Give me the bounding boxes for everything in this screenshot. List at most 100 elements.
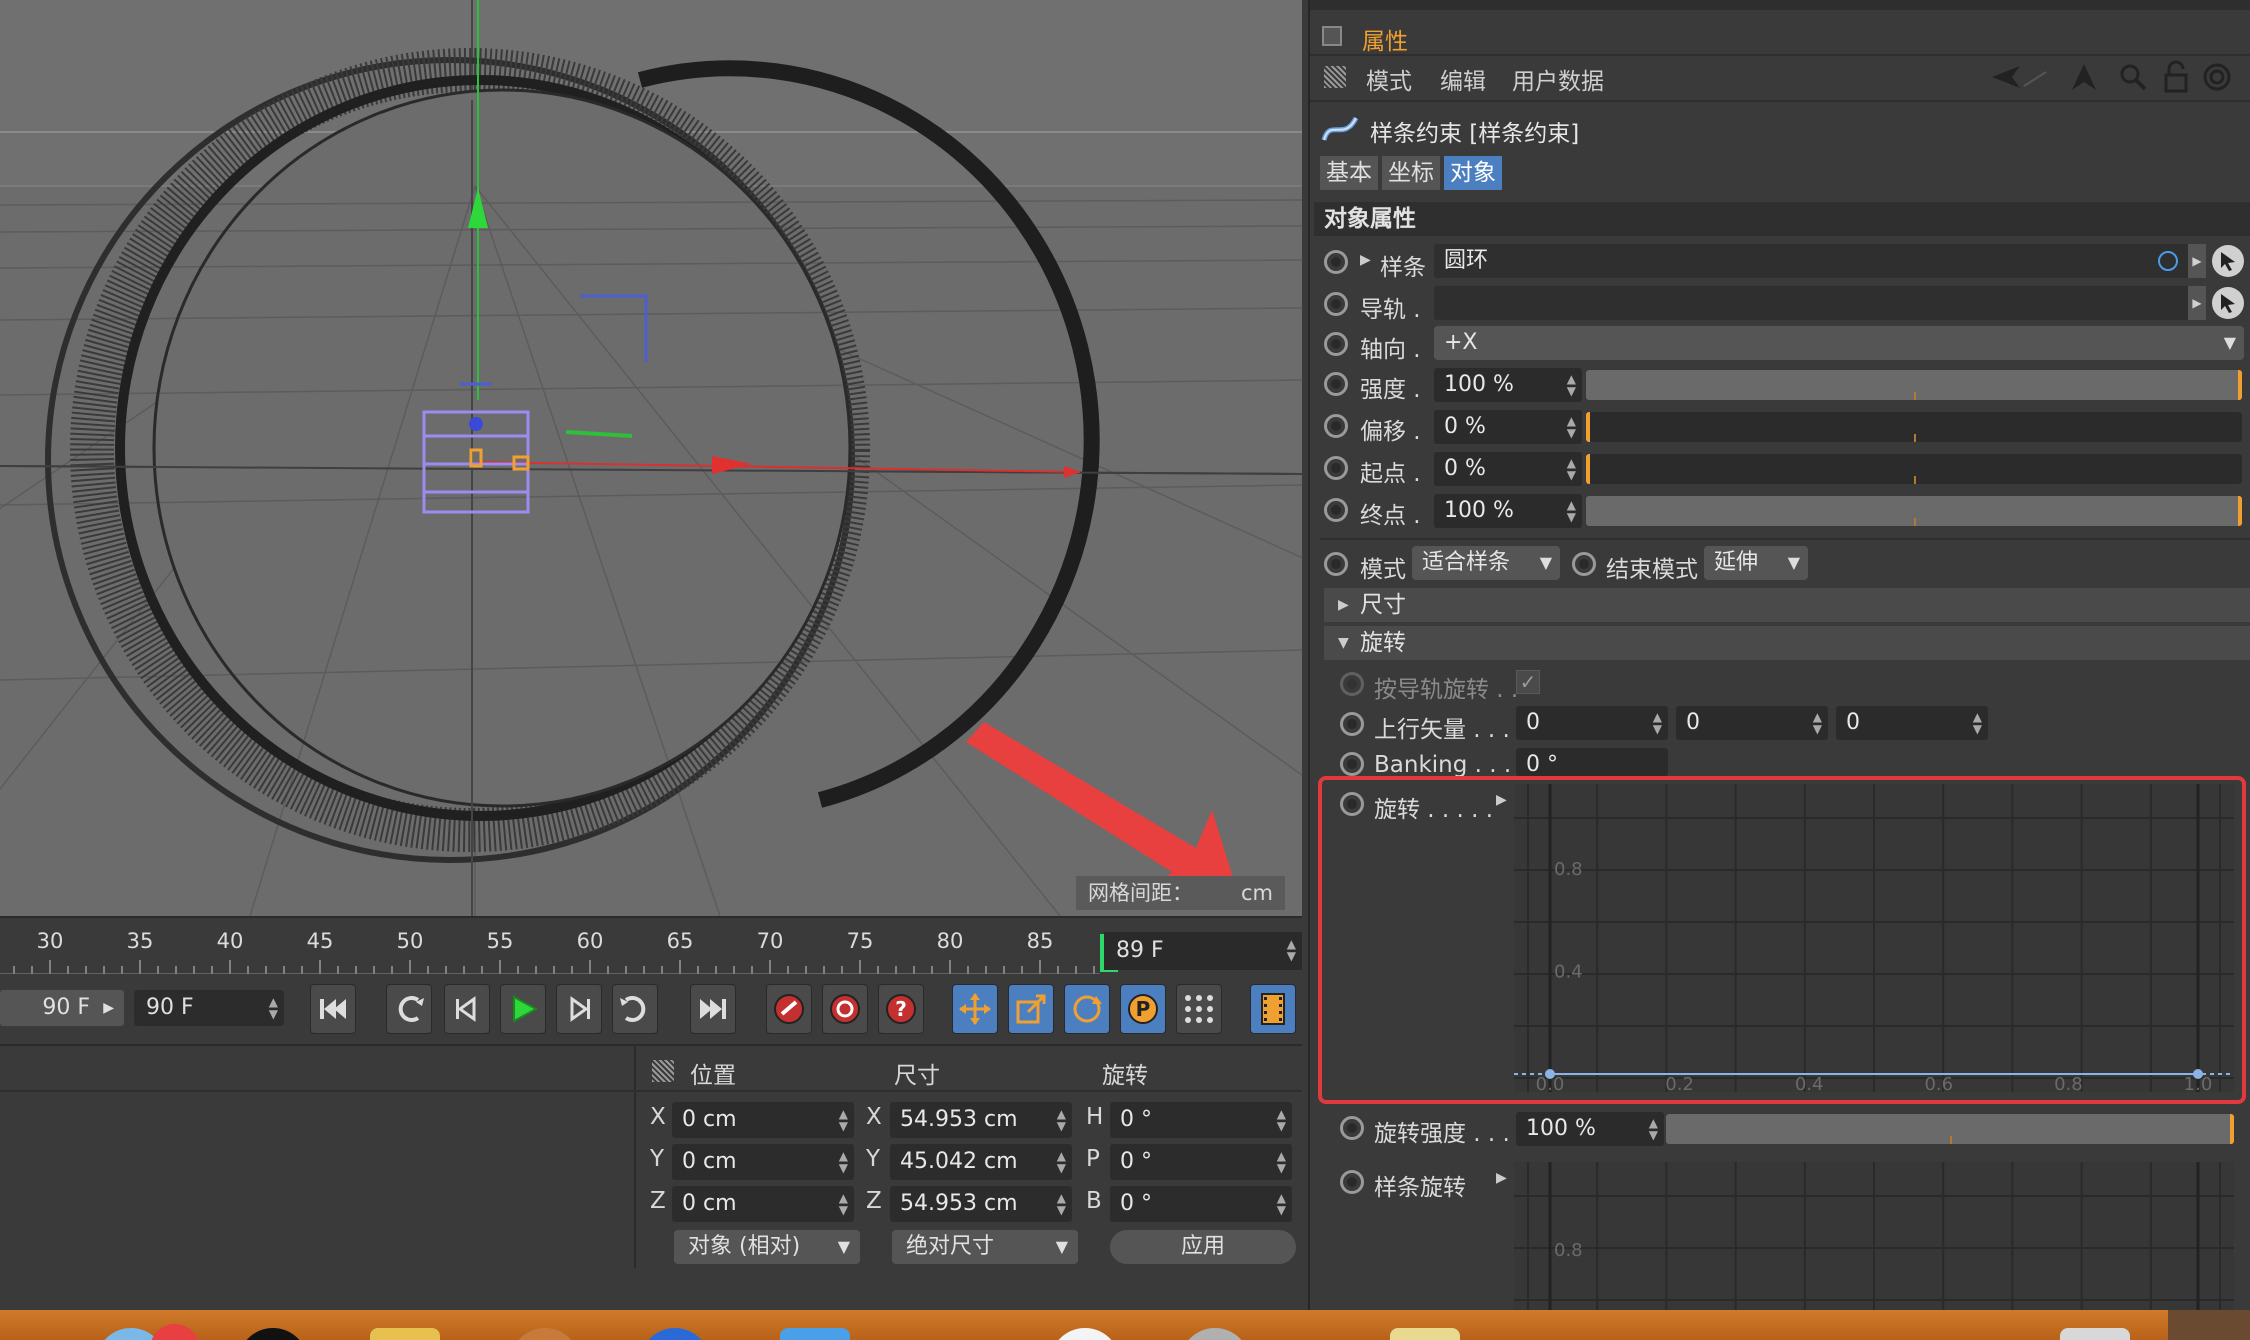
auto-key-button[interactable] bbox=[822, 984, 868, 1034]
current-frame-stepper-icon[interactable]: ▲ ▼ bbox=[1287, 938, 1296, 962]
axis-dropdown[interactable]: +X ▼ bbox=[1434, 326, 2244, 360]
menu-user-data[interactable]: 用户数据 bbox=[1512, 62, 1604, 96]
rotation-b-field[interactable]: 0 ° ▲ ▼ bbox=[1110, 1186, 1292, 1222]
rotation-p-field[interactable]: 0 ° ▲ ▼ bbox=[1110, 1144, 1292, 1180]
previous-frame-button[interactable] bbox=[444, 984, 490, 1034]
play-button[interactable] bbox=[500, 984, 546, 1034]
tab-object[interactable]: 对象 bbox=[1444, 156, 1502, 190]
next-key-button[interactable] bbox=[612, 984, 658, 1034]
timeline-window-button[interactable] bbox=[1250, 984, 1296, 1034]
menu-edit[interactable]: 编辑 bbox=[1440, 62, 1486, 96]
up-vector-y-field[interactable]: 0 ▲ ▼ bbox=[1676, 706, 1828, 740]
dock-app-icon[interactable] bbox=[510, 1328, 580, 1340]
3d-viewport[interactable]: 网格间距： cm bbox=[0, 0, 1302, 916]
dock-app-icon[interactable] bbox=[1390, 1328, 1460, 1340]
offset-field[interactable]: 0 % ▲ ▼ bbox=[1434, 410, 1582, 444]
timeline-ruler[interactable]: 30354045505560657075808589 89 F ▲▼ bbox=[0, 916, 1302, 975]
end-field[interactable]: 100 % ▲ ▼ bbox=[1434, 494, 1582, 528]
mode-dropdown[interactable]: 适合样条 ▼ bbox=[1412, 546, 1560, 580]
dock-app-icon[interactable] bbox=[150, 1324, 200, 1340]
point-level-button[interactable] bbox=[1176, 984, 1222, 1034]
start-field[interactable]: 0 % ▲ ▼ bbox=[1434, 452, 1582, 486]
target-icon[interactable] bbox=[2202, 62, 2232, 92]
end-animate-radio[interactable] bbox=[1324, 498, 1348, 522]
spline-rotation-graph[interactable]: 0.8 bbox=[1514, 1162, 2234, 1310]
dock-app-icon[interactable] bbox=[370, 1328, 440, 1340]
end-mode-animate-radio[interactable] bbox=[1572, 552, 1596, 576]
rotation-strength-slider[interactable] bbox=[1666, 1114, 2234, 1144]
keyframe-selection-button[interactable]: ? bbox=[878, 984, 924, 1034]
rail-pick-button[interactable] bbox=[2212, 287, 2244, 319]
parameter-tool-button[interactable]: P bbox=[1120, 984, 1166, 1034]
spline-animate-radio[interactable] bbox=[1324, 250, 1348, 274]
rotate-tool-button[interactable] bbox=[1064, 984, 1110, 1034]
strength-animate-radio[interactable] bbox=[1324, 372, 1348, 396]
size-z-field[interactable]: 54.953 cm ▲ ▼ bbox=[890, 1186, 1072, 1222]
offset-slider[interactable] bbox=[1586, 412, 2242, 442]
up-vector-animate-radio[interactable] bbox=[1340, 712, 1364, 736]
rotation-strength-animate-radio[interactable] bbox=[1340, 1116, 1364, 1140]
strength-field[interactable]: 100 % ▲ ▼ bbox=[1434, 368, 1582, 402]
size-mode-dropdown[interactable]: 绝对尺寸 ▼ bbox=[892, 1230, 1078, 1264]
back-arrow-icon[interactable] bbox=[1990, 62, 2050, 92]
up-vector-x-field[interactable]: 0 ▲ ▼ bbox=[1516, 706, 1668, 740]
rail-rotation-radio[interactable] bbox=[1340, 672, 1364, 696]
next-frame-button[interactable] bbox=[556, 984, 602, 1034]
position-y-field[interactable]: 0 cm ▲ ▼ bbox=[672, 1144, 854, 1180]
dock-app-icon[interactable] bbox=[780, 1328, 850, 1340]
previous-key-button[interactable] bbox=[386, 984, 432, 1034]
rotation-strength-field[interactable]: 100 % ▲ ▼ bbox=[1516, 1112, 1664, 1146]
axis-animate-radio[interactable] bbox=[1324, 332, 1348, 356]
go-to-end-button[interactable] bbox=[690, 984, 736, 1034]
banking-animate-radio[interactable] bbox=[1340, 752, 1364, 776]
curve-expand-icon[interactable]: ▶ bbox=[1496, 1170, 1507, 1186]
banking-field[interactable]: 0 ° bbox=[1516, 748, 1668, 776]
panel-checkbox[interactable] bbox=[1322, 26, 1342, 46]
up-vector-z-field[interactable]: 0 ▲ ▼ bbox=[1836, 706, 1988, 740]
scale-tool-button[interactable] bbox=[1008, 984, 1054, 1034]
offset-animate-radio[interactable] bbox=[1324, 414, 1348, 438]
up-arrow-icon[interactable] bbox=[2068, 62, 2100, 92]
max-frame-field[interactable]: 90 F ▲ ▼ bbox=[134, 990, 284, 1026]
tab-coordinates[interactable]: 坐标 bbox=[1382, 156, 1440, 190]
search-icon[interactable] bbox=[2118, 62, 2148, 92]
record-button[interactable] bbox=[766, 984, 812, 1034]
link-menu-arrow-icon[interactable]: ▶ bbox=[2188, 244, 2206, 278]
rail-rotation-checkbox[interactable]: ✓ bbox=[1516, 670, 1540, 694]
link-menu-arrow-icon[interactable]: ▶ bbox=[2188, 286, 2206, 320]
end-slider[interactable] bbox=[1586, 496, 2242, 526]
tab-basic[interactable]: 基本 bbox=[1320, 156, 1378, 190]
max-frame-stepper-icon[interactable]: ▲ ▼ bbox=[269, 996, 278, 1020]
spline-rotation-canvas[interactable]: 0.8 bbox=[1514, 1162, 2234, 1310]
size-x-field[interactable]: 54.953 cm ▲ ▼ bbox=[890, 1102, 1072, 1138]
position-x-field[interactable]: 0 cm ▲ ▼ bbox=[672, 1102, 854, 1138]
go-to-start-button[interactable] bbox=[310, 984, 356, 1034]
spline-rotation-animate-radio[interactable] bbox=[1340, 1170, 1364, 1194]
position-z-field[interactable]: 0 cm ▲ ▼ bbox=[672, 1186, 854, 1222]
menu-mode[interactable]: 模式 bbox=[1366, 62, 1412, 96]
move-tool-button[interactable] bbox=[952, 984, 998, 1034]
rail-link-field[interactable] bbox=[1434, 286, 2192, 320]
size-y-field[interactable]: 45.042 cm ▲ ▼ bbox=[890, 1144, 1072, 1180]
dock-app-icon[interactable] bbox=[1180, 1328, 1250, 1340]
mode-animate-radio[interactable] bbox=[1324, 552, 1348, 576]
dock-app-icon[interactable] bbox=[2060, 1328, 2130, 1340]
spline-link-field[interactable]: 圆环 bbox=[1434, 244, 2192, 278]
start-slider[interactable] bbox=[1586, 454, 2242, 484]
current-frame-box[interactable]: 89 F ▲ ▼ bbox=[1104, 932, 1302, 970]
rotation-group-header[interactable]: ▼ 旋转 bbox=[1324, 626, 2250, 660]
dock-app-icon[interactable] bbox=[238, 1328, 308, 1340]
min-frame-field[interactable]: 90 F ▶ bbox=[0, 990, 124, 1026]
apply-button[interactable]: 应用 bbox=[1110, 1230, 1296, 1264]
expand-triangle-icon[interactable]: ▶ bbox=[1360, 252, 1371, 268]
dock-app-icon[interactable] bbox=[1050, 1328, 1120, 1340]
spline-pick-button[interactable] bbox=[2212, 245, 2244, 277]
coordinate-mode-dropdown[interactable]: 对象 (相对) ▼ bbox=[674, 1230, 860, 1264]
rotation-h-field[interactable]: 0 ° ▲ ▼ bbox=[1110, 1102, 1292, 1138]
rail-animate-radio[interactable] bbox=[1324, 292, 1348, 316]
strength-slider[interactable] bbox=[1586, 370, 2242, 400]
dock-app-icon[interactable] bbox=[640, 1328, 710, 1340]
start-animate-radio[interactable] bbox=[1324, 456, 1348, 480]
end-mode-dropdown[interactable]: 延伸 ▼ bbox=[1704, 546, 1808, 580]
lock-icon[interactable] bbox=[2162, 60, 2190, 94]
